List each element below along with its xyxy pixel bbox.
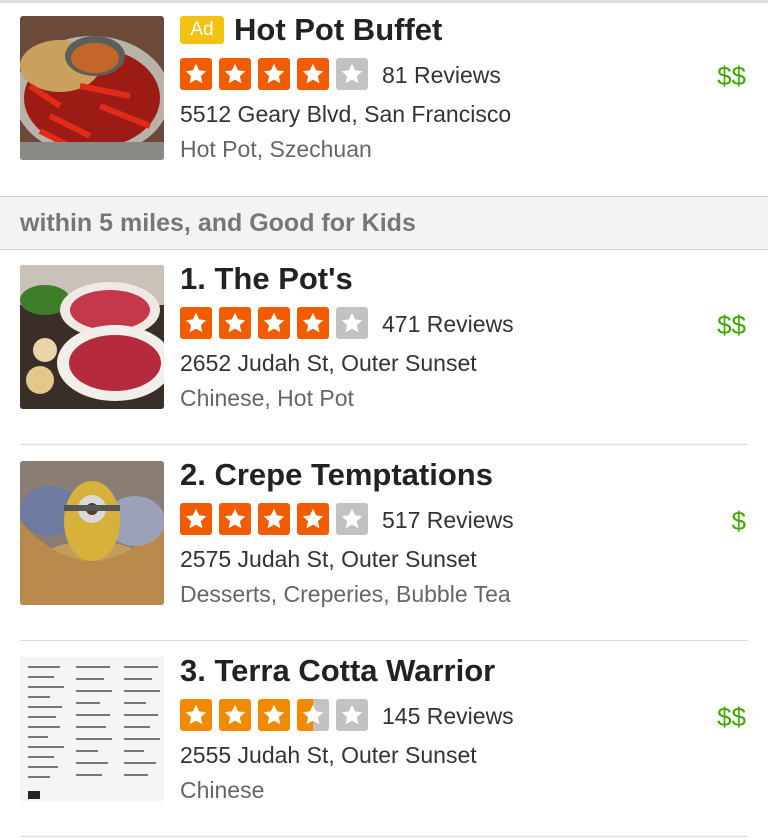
star-rating (180, 307, 375, 339)
list-divider (20, 836, 748, 837)
star-icon (180, 307, 212, 339)
business-photo[interactable] (20, 16, 164, 160)
star-icon (297, 307, 329, 339)
review-count: 471 Reviews (382, 311, 514, 337)
star-icon (297, 58, 329, 90)
review-count: 145 Reviews (382, 703, 514, 729)
price-range: $ (731, 506, 746, 536)
price-range: $$ (717, 310, 746, 340)
price-range: $$ (717, 702, 746, 732)
business-name[interactable]: 3. Terra Cotta Warrior (180, 653, 495, 689)
filter-summary-text: within 5 miles, and Good for Kids (20, 209, 416, 237)
star-icon (297, 503, 329, 535)
business-categories: Chinese, Hot Pot (180, 385, 354, 411)
ad-badge: Ad (180, 16, 224, 44)
review-count: 517 Reviews (382, 507, 514, 533)
star-icon (180, 699, 212, 731)
star-icon (258, 699, 290, 731)
review-count: 81 Reviews (382, 62, 501, 88)
business-categories: Desserts, Creperies, Bubble Tea (180, 581, 511, 607)
result-card[interactable]: 1. The Pot's 471 Reviews 2652 Judah St, … (0, 249, 768, 445)
business-address: 2652 Judah St, Outer Sunset (180, 350, 477, 376)
star-icon (336, 307, 368, 339)
star-icon (219, 699, 251, 731)
star-rating (180, 58, 375, 90)
star-icon (219, 307, 251, 339)
business-name[interactable]: 1. The Pot's (180, 261, 353, 297)
star-icon (336, 699, 368, 731)
star-icon (258, 503, 290, 535)
business-photo[interactable] (20, 265, 164, 409)
star-icon (258, 58, 290, 90)
star-icon (297, 699, 329, 731)
business-address: 2575 Judah St, Outer Sunset (180, 546, 477, 572)
filter-summary-bar: within 5 miles, and Good for Kids (0, 196, 768, 250)
ad-business-card[interactable]: Ad Hot Pot Buffet 81 Reviews 5512 Geary … (0, 0, 768, 196)
star-icon (180, 58, 212, 90)
price-range: $$ (717, 61, 746, 91)
star-rating (180, 699, 375, 731)
star-icon (219, 58, 251, 90)
star-icon (258, 307, 290, 339)
business-categories: Chinese (180, 777, 265, 803)
star-icon (336, 503, 368, 535)
business-address: 5512 Geary Blvd, San Francisco (180, 101, 512, 127)
business-categories: Hot Pot, Szechuan (180, 136, 372, 162)
business-photo[interactable] (20, 461, 164, 605)
star-icon (180, 503, 212, 535)
star-rating (180, 503, 375, 535)
business-address: 2555 Judah St, Outer Sunset (180, 742, 477, 768)
result-card[interactable]: 3. Terra Cotta Warrior 145 Reviews 2555 … (0, 641, 768, 837)
result-card[interactable]: 2. Crepe Temptations 517 Reviews 2575 Ju… (0, 445, 768, 641)
business-name[interactable]: 2. Crepe Temptations (180, 457, 493, 493)
business-name[interactable]: Hot Pot Buffet (234, 12, 442, 48)
star-icon (219, 503, 251, 535)
star-icon (336, 58, 368, 90)
business-photo[interactable] (20, 657, 164, 801)
